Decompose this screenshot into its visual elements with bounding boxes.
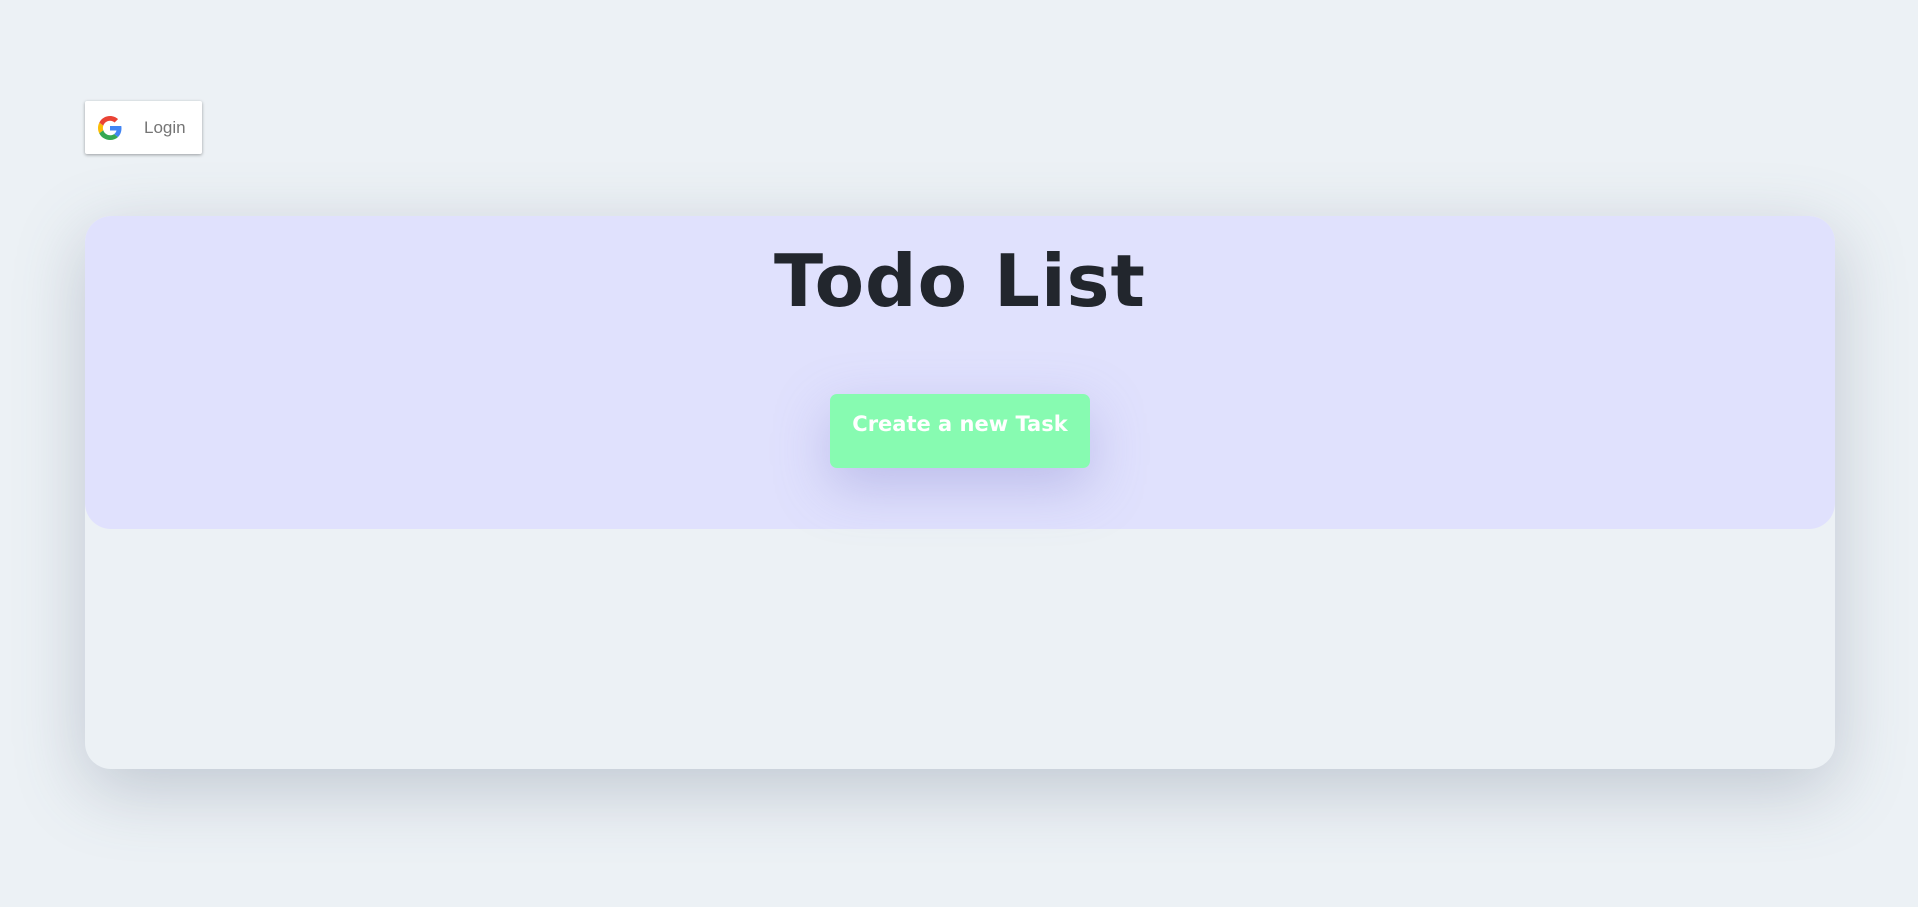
login-label: Login <box>144 117 186 137</box>
google-icon <box>98 115 122 140</box>
create-task-button[interactable]: Create a new Task <box>830 394 1090 468</box>
page-title: Todo List <box>774 239 1146 323</box>
todo-card: Todo List Create a new Task <box>85 216 1835 769</box>
card-header: Todo List Create a new Task <box>85 216 1835 529</box>
google-login-button[interactable]: Login <box>85 101 202 154</box>
